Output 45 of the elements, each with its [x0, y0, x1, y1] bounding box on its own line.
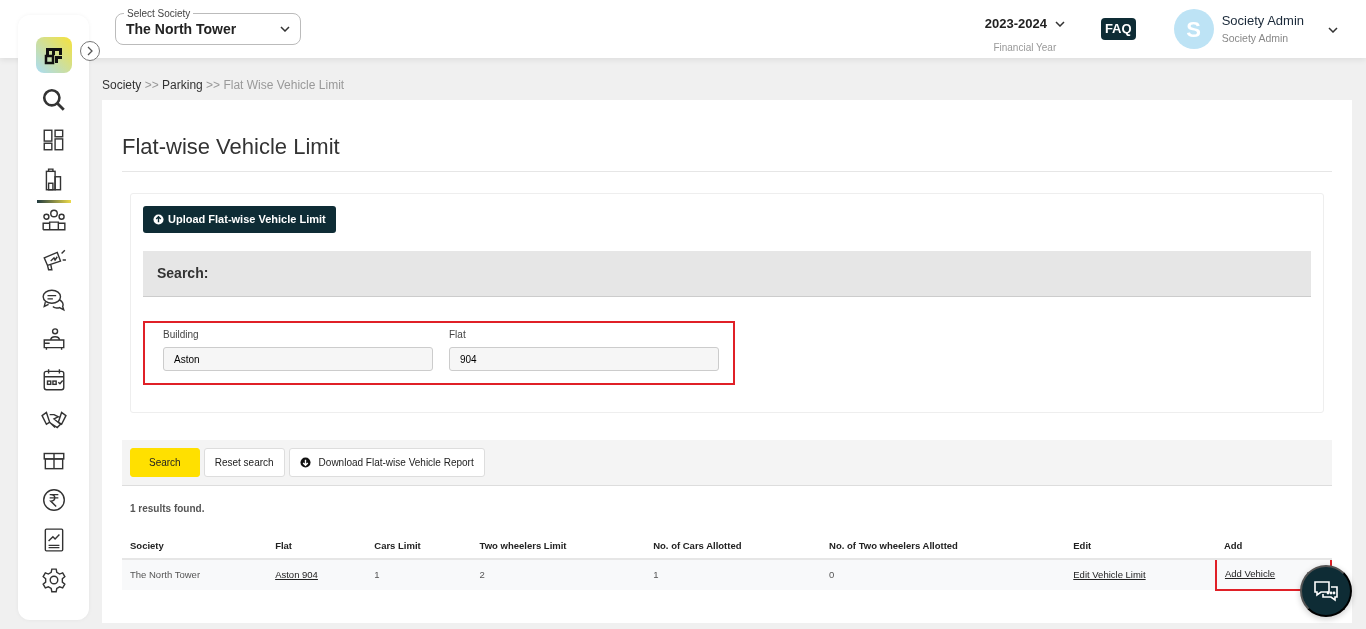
download-icon: [299, 457, 311, 468]
search-button[interactable]: Search: [130, 448, 200, 477]
table-link[interactable]: Aston 904: [275, 568, 318, 580]
input-field[interactable]: 904: [449, 347, 719, 371]
people-icon: [40, 207, 67, 233]
upload-icon: [153, 213, 164, 225]
breadcrumb-link[interactable]: Parking: [162, 78, 203, 92]
download-button[interactable]: Download Flat-wise Vehicle Report: [288, 448, 485, 477]
search-icon: [40, 87, 67, 113]
breadcrumb-link[interactable]: Society: [102, 78, 142, 92]
chevron-down-icon: [1328, 26, 1338, 33]
chevron-right-icon: [87, 46, 93, 56]
field-label: Select Society: [124, 6, 194, 21]
year-caption: Financial Year: [992, 40, 1058, 55]
reset-button[interactable]: Reset search: [203, 448, 285, 477]
field-label: Flat: [449, 327, 467, 342]
results-count: 1 results found.: [129, 502, 206, 516]
breadcrumb-separator: >>: [205, 78, 222, 92]
chat-icon: [1313, 579, 1339, 603]
breadcrumb-current: Flat Wise Vehicle Limit: [223, 78, 345, 92]
input-field[interactable]: Aston: [163, 347, 433, 371]
field-label: Building: [163, 327, 200, 342]
app-logo: [35, 37, 72, 73]
search-header: Search:: [143, 250, 1311, 297]
table-cell: The North Tower: [122, 559, 268, 590]
avatar: S: [1173, 9, 1214, 49]
settings-icon: [40, 567, 67, 593]
breadcrumb-separator: >>: [143, 78, 160, 92]
user-name: Society Admin: [1221, 12, 1304, 31]
table-cell: 2: [471, 559, 646, 590]
upload-button[interactable]: Upload Flat-wise Vehicle Limit: [143, 206, 336, 233]
table-link[interactable]: Add Vehicle: [1224, 568, 1276, 580]
table-cell: 0: [821, 559, 1066, 590]
chat-icon: [40, 287, 67, 313]
page-title: Flat-wise Vehicle Limit: [122, 124, 1332, 172]
faq-button[interactable]: FAQ: [1100, 18, 1136, 40]
megaphone-icon: [40, 247, 67, 273]
rupee-icon: [40, 487, 67, 513]
table-link[interactable]: Edit Vehicle Limit: [1073, 568, 1146, 580]
chevron-down-icon: [1054, 20, 1065, 27]
user-role: Society Admin: [1221, 30, 1290, 46]
table-cell: 1: [645, 559, 822, 590]
year-dropdown[interactable]: 2023-2024: [984, 14, 1065, 34]
chevron-down-icon: [280, 26, 290, 32]
table-cell: 1: [366, 559, 472, 590]
